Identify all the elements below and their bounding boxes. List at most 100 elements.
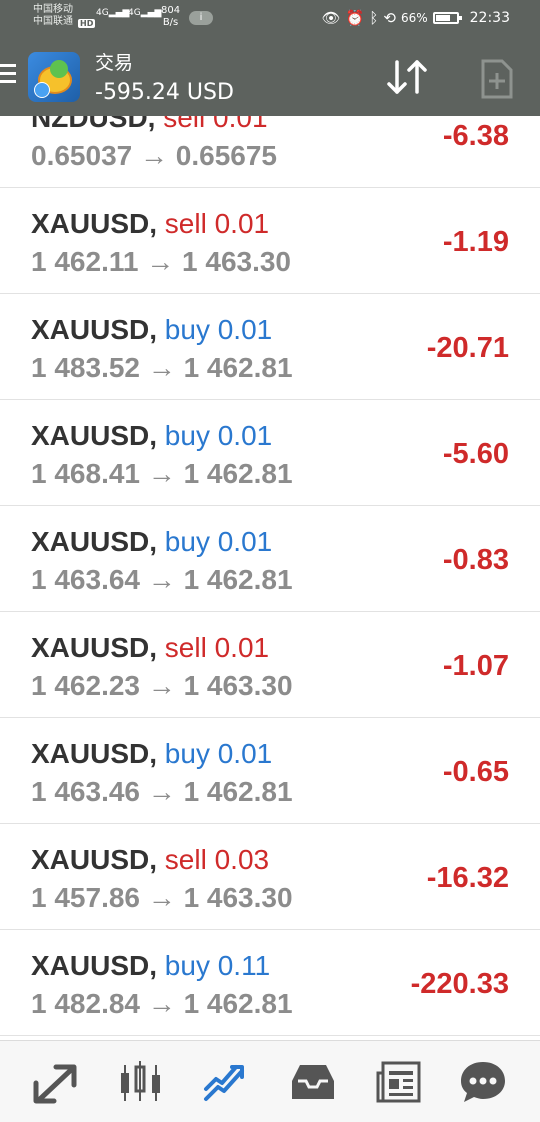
clock: 22:33	[469, 10, 510, 26]
lot-size: 0.01	[217, 420, 273, 451]
position-symbol-line: XAUUSD, buy 0.01	[31, 314, 272, 346]
current-price: 1 462.81	[183, 564, 293, 595]
open-price: 0.65037	[31, 140, 133, 171]
position-row[interactable]: XAUUSD, buy 0.01 1 463.64 → 1 462.81 -0.83	[0, 506, 540, 612]
lot-size: 0.01	[214, 208, 270, 239]
status-icons: 👁 ⏰ ᛒ ⟲ 66% 22:33	[322, 9, 510, 27]
app-logo	[28, 52, 80, 102]
position-row[interactable]: XAUUSD, sell 0.01 1 462.23 → 1 463.30 -1.0…	[0, 612, 540, 718]
lot-size: 0.01	[217, 738, 273, 769]
lot-size: 0.11	[217, 950, 271, 981]
arrow-icon: →	[147, 564, 176, 595]
position-symbol-line: XAUUSD, buy 0.11	[31, 950, 270, 982]
new-order-icon[interactable]	[480, 58, 514, 100]
arrow-icon: →	[146, 246, 175, 277]
hd-badge: HD	[78, 19, 96, 28]
symbol: XAUUSD,	[31, 632, 158, 663]
position-symbol-line: XAUUSD, buy 0.01	[31, 526, 272, 558]
position-row[interactable]: XAUUSD, buy 0.01 1 483.52 → 1 462.81 -20.7…	[0, 294, 540, 400]
profit-value: -220.33	[410, 968, 509, 1000]
symbol: XAUUSD,	[31, 738, 158, 769]
position-row[interactable]: XAUUSD, buy 0.01 1 463.46 → 1 462.81 -0.65	[0, 718, 540, 824]
position-row[interactable]: XAUUSD, sell 0.03 1 457.86 → 1 463.30 -16.…	[0, 824, 540, 930]
price-line: 1 457.86 → 1 463.30	[31, 882, 293, 914]
battery-percent: 66%	[400, 11, 428, 25]
arrow-icon: →	[147, 458, 176, 489]
current-price: 1 462.81	[183, 352, 293, 383]
price-line: 1 463.64 → 1 462.81	[31, 564, 293, 596]
battery-icon	[432, 12, 462, 24]
current-price: 1 463.30	[183, 882, 293, 913]
menu-icon[interactable]	[0, 64, 16, 88]
arrow-icon: →	[147, 776, 176, 807]
profit-value: -1.19	[442, 226, 509, 258]
page-title: 交易	[95, 52, 134, 74]
position-row[interactable]: XAUUSD, sell 0.01 1 462.11 → 1 463.30 -1.1…	[0, 188, 540, 294]
profit-value: -0.65	[442, 756, 509, 788]
lot-size: 0.01	[217, 526, 273, 557]
chat-icon[interactable]	[458, 1059, 508, 1105]
quotes-icon[interactable]	[32, 1059, 82, 1105]
position-symbol-line: XAUUSD, buy 0.01	[31, 738, 272, 770]
status-bar: 中国移动 中国联通 HD 4G▂▄▆ 4G▂▄▆ 804 B/s i 👁 ⏰ ᛒ…	[0, 0, 540, 38]
signal-icon-1: 4G▂▄▆	[96, 8, 130, 18]
open-price: 1 463.64	[31, 564, 140, 595]
price-line: 1 483.52 → 1 462.81	[31, 352, 293, 384]
order-side: buy 0.01	[164, 420, 273, 451]
open-price: 1 468.41	[31, 458, 140, 489]
arrow-icon: →	[140, 140, 168, 171]
profit-value: -16.32	[426, 862, 509, 894]
order-side: buy 0.01	[164, 526, 273, 557]
open-price: 1 482.84	[31, 988, 140, 1019]
position-symbol-line: XAUUSD, sell 0.03	[31, 844, 269, 876]
chart-icon[interactable]	[116, 1059, 166, 1105]
open-price: 1 483.52	[31, 352, 140, 383]
screen: 中国移动 中国联通 HD 4G▂▄▆ 4G▂▄▆ 804 B/s i 👁 ⏰ ᛒ…	[0, 0, 540, 1122]
open-price: 1 457.86	[31, 882, 140, 913]
symbol: XAUUSD,	[31, 314, 158, 345]
app-header: 交易 -595.24 USD	[0, 38, 540, 116]
news-icon[interactable]	[374, 1059, 424, 1105]
lot-size: 0.01	[217, 314, 273, 345]
position-row[interactable]: XAUUSD, buy 0.11 1 482.84 → 1 462.81 -220.…	[0, 930, 540, 1036]
carrier-1: 中国移动	[33, 4, 73, 15]
order-side: sell 0.01	[164, 632, 270, 663]
symbol: XAUUSD,	[31, 208, 158, 239]
notification-pill: i	[189, 11, 213, 25]
open-price: 1 463.46	[31, 776, 140, 807]
open-price: 1 462.23	[31, 670, 140, 701]
top-bar: 中国移动 中国联通 HD 4G▂▄▆ 4G▂▄▆ 804 B/s i 👁 ⏰ ᛒ…	[0, 0, 540, 116]
lot-size: 0.01	[214, 632, 270, 663]
arrow-icon: →	[147, 670, 176, 701]
position-row[interactable]: XAUUSD, buy 0.01 1 468.41 → 1 462.81 -5.60	[0, 400, 540, 506]
open-price: 1 462.11	[31, 246, 139, 277]
profit-value: -0.83	[442, 544, 509, 576]
order-side: sell 0.03	[164, 844, 270, 875]
symbol: XAUUSD,	[31, 526, 158, 557]
current-price: 1 462.81	[183, 776, 293, 807]
price-line: 1 463.46 → 1 462.81	[31, 776, 293, 808]
symbol: XAUUSD,	[31, 950, 158, 981]
positions-list: NZDUSD, sell 0.01 0.65037 → 0.65675 -6.38 X…	[0, 82, 540, 1036]
current-price: 1 463.30	[182, 246, 292, 277]
eye-icon: 👁	[321, 9, 341, 27]
lot-size: 0.03	[214, 844, 270, 875]
current-price: 1 462.81	[183, 458, 293, 489]
network-speed: 804 B/s	[161, 5, 181, 28]
arrow-icon: →	[147, 882, 176, 913]
rotate-icon: ⟲	[383, 9, 396, 27]
price-line: 1 462.11 → 1 463.30	[31, 246, 291, 278]
order-side: buy 0.01	[164, 314, 273, 345]
signal-icon-2: 4G▂▄▆	[128, 8, 162, 18]
profit-value: -5.60	[442, 438, 509, 470]
alarm-icon: ⏰	[345, 9, 365, 27]
history-icon[interactable]	[288, 1059, 338, 1105]
symbol: XAUUSD,	[31, 844, 158, 875]
current-price: 1 462.81	[183, 988, 293, 1019]
order-side: sell 0.01	[164, 208, 270, 239]
profit-value: -20.71	[426, 332, 509, 364]
price-line: 1 468.41 → 1 462.81	[31, 458, 293, 490]
sort-icon[interactable]	[384, 58, 430, 98]
carrier-2: 中国联通	[33, 16, 73, 27]
trade-icon[interactable]	[202, 1059, 252, 1105]
